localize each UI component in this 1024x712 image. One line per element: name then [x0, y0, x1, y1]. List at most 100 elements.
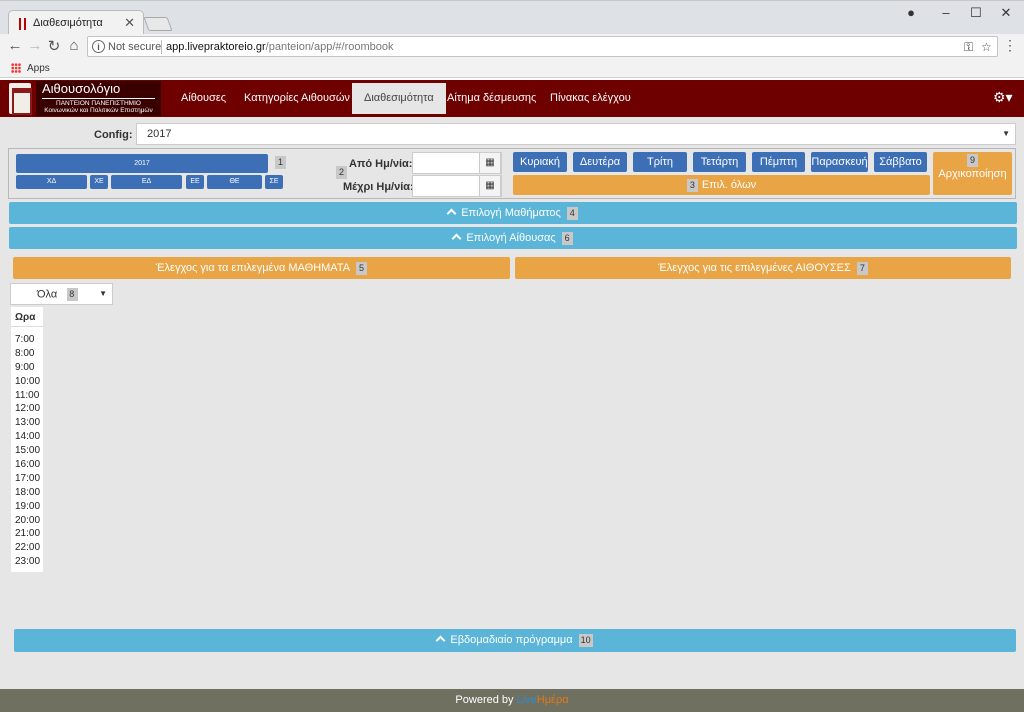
select-all-days-button[interactable]: 3 Επιλ. όλων — [513, 175, 930, 195]
hint-badge: 2 — [336, 166, 347, 179]
chevron-down-icon: ▼ — [1002, 129, 1010, 138]
day-thursday-button[interactable]: Πέμπτη — [752, 152, 805, 172]
nav-item-dashboard[interactable]: Πίνακας ελέγχου — [550, 80, 631, 117]
browser-tab[interactable]: Διαθεσιμότητα ✕ — [8, 10, 144, 36]
period-segment[interactable]: ΣΕ — [265, 175, 283, 189]
home-icon[interactable]: ⌂ — [64, 37, 84, 54]
day-wednesday-button[interactable]: Τετάρτη — [693, 152, 746, 172]
hour-label: 10:00 — [15, 375, 41, 387]
apps-bookmark[interactable]: Apps — [27, 63, 50, 74]
hint-badge: 5 — [356, 261, 368, 275]
brand[interactable]: Αιθουσολόγιο ΠΑΝΤΕΙΟΝ ΠΑΝΕΠΙΣΤΗΜΙΟ Κοινω… — [36, 81, 161, 116]
url-separator — [161, 40, 162, 54]
to-date-label: Μέχρι Ημ/νία: — [343, 181, 414, 193]
day-saturday-button[interactable]: Σάββατο — [874, 152, 927, 172]
university-logo — [9, 83, 32, 115]
gear-icon[interactable]: ⚙▾ — [993, 89, 1013, 106]
chevron-up-icon — [446, 208, 457, 219]
address-bar[interactable]: i Not secure app.livepraktoreio.gr/pante… — [87, 36, 998, 57]
brand-subtitle-2: Κοινωνικών και Πολιτικών Επιστημών — [44, 107, 153, 114]
browser-toolbar: ← → ↻ ⌂ i Not secure app.livepraktoreio.… — [0, 34, 1024, 59]
window-close-icon[interactable]: ✕ — [996, 5, 1016, 21]
forward-icon[interactable]: → — [25, 37, 45, 54]
favicon-icon — [19, 18, 27, 30]
reload-icon[interactable]: ↻ — [44, 37, 64, 55]
check-courses-button[interactable]: Έλεγχος για τα επιλεγμένα ΜΑΘΗΜΑΤΑ 5 — [13, 257, 510, 279]
filter-value: Όλα — [37, 288, 58, 301]
day-monday-button[interactable]: Δευτέρα — [573, 152, 627, 172]
hint-badge: 6 — [561, 231, 573, 245]
course-selection-accordion[interactable]: Επιλογή Μαθήματος 4 — [9, 202, 1017, 224]
weekly-schedule-accordion[interactable]: Εβδομαδιαίο πρόγραμμα 10 — [14, 629, 1016, 652]
hour-label: 20:00 — [15, 514, 41, 526]
hour-label: 16:00 — [15, 459, 41, 471]
brand-subtitle-1: ΠΑΝΤΕΙΟΝ ΠΑΝΕΠΙΣΤΗΜΙΟ — [56, 100, 141, 107]
check-rooms-button[interactable]: Έλεγχος για τις επιλεγμένες ΑΙΘΟΥΣΕΣ 7 — [515, 257, 1011, 279]
key-icon[interactable]: ⚿ — [964, 40, 973, 55]
nav-item-rooms[interactable]: Αίθουσες — [181, 80, 226, 117]
hour-label: 19:00 — [15, 500, 41, 512]
hint-badge: 10 — [578, 633, 593, 647]
hint-badge: 3 — [686, 178, 698, 192]
select-all-label: Επιλ. όλων — [701, 179, 757, 191]
account-icon[interactable]: ● — [901, 5, 921, 20]
period-segment[interactable]: ΧΕ — [90, 175, 108, 189]
brand-title: Αιθουσολόγιο — [42, 81, 121, 96]
hour-label: 12:00 — [15, 403, 41, 415]
star-icon[interactable]: ☆ — [981, 40, 992, 54]
hint-badge: 4 — [566, 206, 578, 220]
calendar-icon[interactable]: ▦ — [479, 152, 501, 174]
new-tab-button[interactable] — [143, 17, 173, 31]
period-segment[interactable]: ΕΔ — [111, 175, 182, 189]
info-icon[interactable]: i — [92, 40, 105, 53]
menu-icon[interactable]: ⋮ — [1003, 37, 1017, 54]
hour-label: 18:00 — [15, 486, 41, 498]
app-navbar: Αιθουσολόγιο ΠΑΝΤΕΙΟΝ ΠΑΝΕΠΙΣΤΗΜΙΟ Κοινω… — [0, 80, 1024, 117]
not-secure-label: Not secure — [108, 41, 162, 53]
footer-brand-part1[interactable]: Live — [517, 694, 537, 706]
chevron-up-icon — [451, 233, 462, 244]
to-date-input[interactable]: ▦ — [412, 175, 502, 197]
day-friday-button[interactable]: Παρασκευή — [811, 152, 868, 172]
footer: Powered by LiveΗμέρα — [0, 689, 1024, 712]
from-date-input[interactable]: ▦ — [412, 152, 502, 174]
day-sunday-button[interactable]: Κυριακή — [513, 152, 567, 172]
url-text[interactable]: app.livepraktoreio.gr/panteion/app/#/roo… — [166, 41, 394, 53]
reset-button[interactable]: 9 Αρχικοποίηση — [933, 152, 1012, 195]
hour-label: 9:00 — [15, 361, 35, 373]
hour-label: 11:00 — [15, 389, 40, 401]
nav-item-availability[interactable]: Διαθεσιμότητα — [352, 83, 446, 114]
close-icon[interactable]: ✕ — [124, 15, 135, 31]
hours-list: 7:00 8:00 9:00 10:00 11:00 12:00 13:00 1… — [11, 327, 43, 569]
config-label: Config: — [94, 129, 133, 141]
apps-grid-icon[interactable] — [11, 63, 21, 73]
period-segment[interactable]: ΘΕ — [207, 175, 262, 189]
config-value: 2017 — [147, 128, 172, 140]
nav-item-booking-request[interactable]: Αίτημα δέσμευσης — [447, 80, 536, 117]
day-tuesday-button[interactable]: Τρίτη — [633, 152, 687, 172]
accordion-label: Εβδομαδιαίο πρόγραμμα — [450, 634, 573, 646]
nav-item-room-categories[interactable]: Κατηγορίες Αιθουσών — [244, 80, 350, 117]
footer-text: Powered by — [455, 694, 514, 706]
hour-label: 21:00 — [15, 528, 41, 540]
accordion-label: Επιλογή Μαθήματος — [461, 207, 561, 219]
footer-brand-part2[interactable]: Ημέρα — [537, 694, 569, 706]
check-rooms-label: Έλεγχος για τις επιλεγμένες ΑΙΘΟΥΣΕΣ — [658, 262, 851, 274]
chevron-up-icon — [435, 635, 446, 646]
config-select[interactable]: 2017 ▼ — [136, 123, 1016, 145]
maximize-icon[interactable]: ☐ — [966, 5, 986, 21]
hint-badge: 9 — [967, 154, 978, 167]
hint-badge: 7 — [856, 261, 868, 275]
hour-label: 22:00 — [15, 542, 41, 554]
period-segment[interactable]: ΧΔ — [16, 175, 87, 189]
minimize-icon[interactable]: – — [936, 5, 956, 20]
calendar-icon[interactable]: ▦ — [479, 175, 501, 197]
period-segment[interactable]: ΕΕ — [186, 175, 204, 189]
back-icon[interactable]: ← — [5, 37, 25, 54]
room-selection-accordion[interactable]: Επιλογή Αίθουσας 6 — [9, 227, 1017, 249]
check-courses-label: Έλεγχος για τα επιλεγμένα ΜΑΘΗΜΑΤΑ — [155, 262, 351, 274]
filter-select[interactable]: Όλα 8 ▼ — [10, 283, 113, 305]
year-period-bar[interactable]: 2017 — [16, 154, 268, 173]
hour-label: 23:00 — [15, 556, 41, 568]
tab-title: Διαθεσιμότητα — [33, 17, 103, 29]
